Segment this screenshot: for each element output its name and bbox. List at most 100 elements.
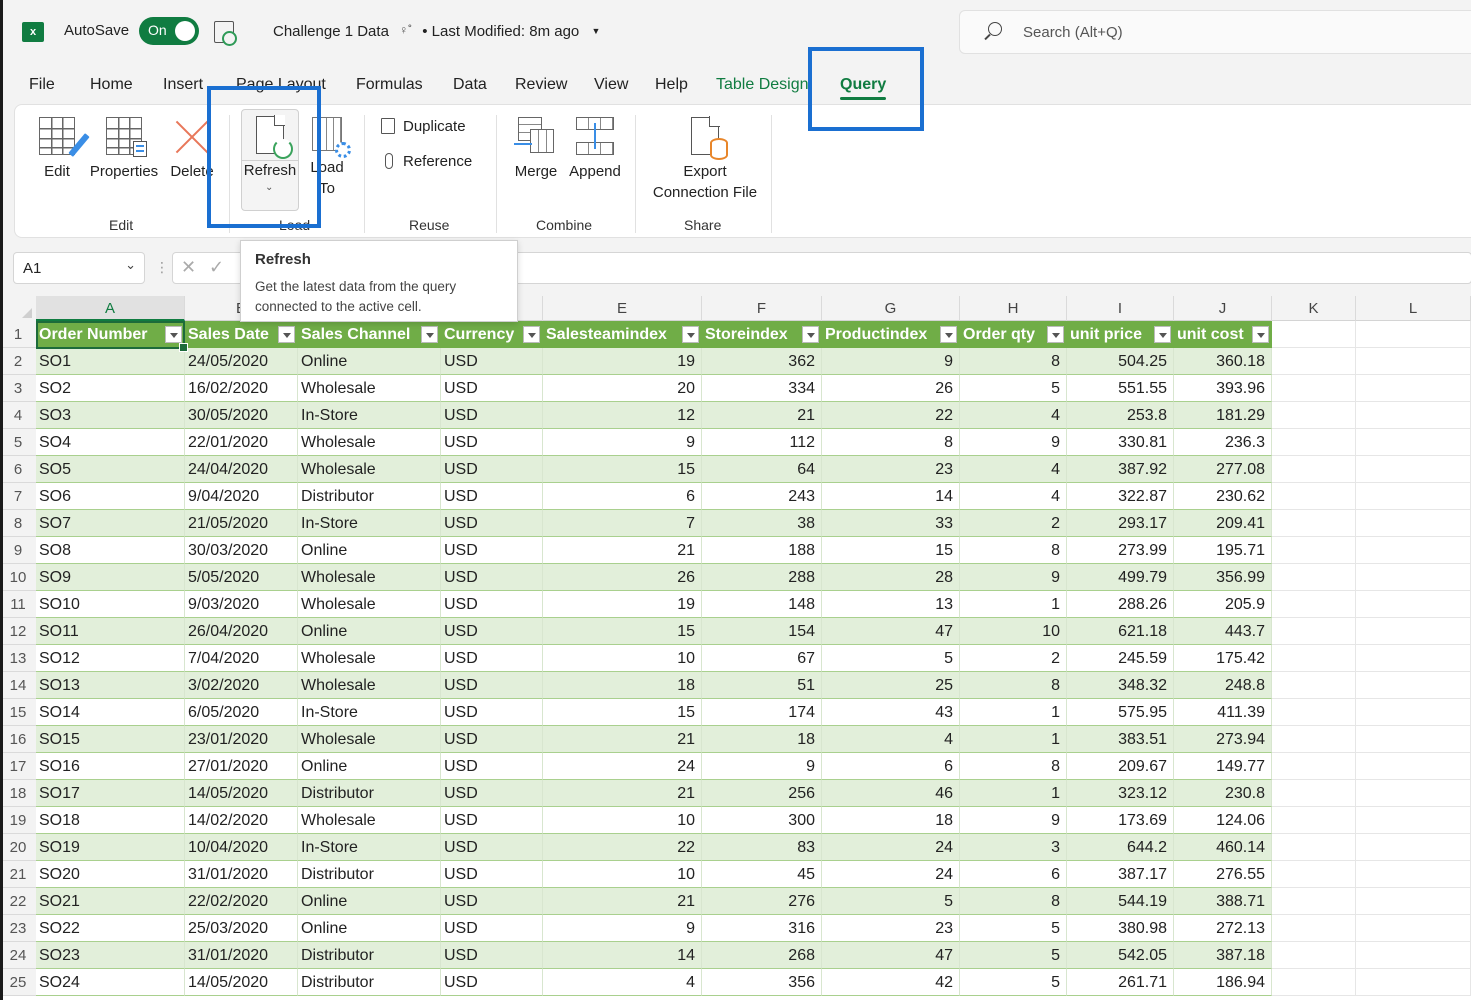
table-cell[interactable]: 112 [702, 429, 822, 456]
table-cell[interactable]: USD [441, 537, 543, 564]
table-cell[interactable]: 356.99 [1174, 564, 1272, 591]
table-cell[interactable]: 8 [960, 348, 1067, 375]
table-cell[interactable]: 43 [822, 699, 960, 726]
table-cell[interactable]: 12 [543, 402, 702, 429]
filter-dropdown-icon[interactable] [1154, 326, 1171, 343]
table-cell[interactable]: SO21 [36, 888, 185, 915]
table-header-cell[interactable]: Salesteamindex [543, 321, 702, 348]
filter-dropdown-icon[interactable] [940, 326, 957, 343]
table-cell[interactable]: 42 [822, 969, 960, 996]
table-cell[interactable]: 154 [702, 618, 822, 645]
table-cell[interactable]: 443.7 [1174, 618, 1272, 645]
table-cell[interactable]: SO22 [36, 915, 185, 942]
table-cell[interactable]: SO11 [36, 618, 185, 645]
table-cell[interactable]: 14 [822, 483, 960, 510]
table-cell[interactable]: 387.92 [1067, 456, 1174, 483]
table-cell[interactable]: 542.05 [1067, 942, 1174, 969]
table-cell[interactable]: SO19 [36, 834, 185, 861]
table-cell[interactable]: 236.3 [1174, 429, 1272, 456]
table-cell[interactable]: 15 [543, 699, 702, 726]
table-cell[interactable]: USD [441, 375, 543, 402]
table-cell[interactable]: 499.79 [1067, 564, 1174, 591]
table-cell[interactable]: SO3 [36, 402, 185, 429]
empty-cell[interactable] [1356, 321, 1471, 348]
table-cell[interactable]: 7 [543, 510, 702, 537]
tab-page-layout[interactable]: Page Layout [236, 76, 326, 94]
tab-query[interactable]: Query [840, 76, 887, 100]
load-to-button[interactable]: Load To [307, 117, 351, 199]
table-cell[interactable]: 387.18 [1174, 942, 1272, 969]
table-cell[interactable]: 10 [543, 861, 702, 888]
empty-cell[interactable] [1272, 888, 1356, 915]
table-cell[interactable]: SO23 [36, 942, 185, 969]
table-cell[interactable]: 9 [702, 753, 822, 780]
row-header-6[interactable]: 6 [0, 456, 36, 483]
table-cell[interactable]: 25 [822, 672, 960, 699]
table-cell[interactable]: 9 [960, 564, 1067, 591]
table-cell[interactable]: 380.98 [1067, 915, 1174, 942]
empty-cell[interactable] [1356, 402, 1471, 429]
column-header-i[interactable]: I [1067, 296, 1174, 321]
table-cell[interactable]: SO24 [36, 969, 185, 996]
empty-cell[interactable] [1272, 456, 1356, 483]
table-cell[interactable]: 4 [960, 402, 1067, 429]
table-cell[interactable]: 575.95 [1067, 699, 1174, 726]
table-cell[interactable]: 288 [702, 564, 822, 591]
table-cell[interactable]: 8 [960, 888, 1067, 915]
table-cell[interactable]: 23/01/2020 [185, 726, 298, 753]
table-cell[interactable]: 8 [960, 672, 1067, 699]
empty-cell[interactable] [1356, 726, 1471, 753]
autosave-toggle[interactable]: On [139, 17, 199, 45]
table-cell[interactable]: Wholesale [298, 726, 441, 753]
table-cell[interactable]: SO4 [36, 429, 185, 456]
row-header-13[interactable]: 13 [0, 645, 36, 672]
tab-formulas[interactable]: Formulas [356, 76, 423, 94]
table-cell[interactable]: 356 [702, 969, 822, 996]
table-header-cell[interactable]: Productindex [822, 321, 960, 348]
row-header-2[interactable]: 2 [0, 348, 36, 375]
empty-cell[interactable] [1356, 375, 1471, 402]
table-cell[interactable]: 5/05/2020 [185, 564, 298, 591]
table-cell[interactable]: 1 [960, 726, 1067, 753]
table-cell[interactable]: Distributor [298, 483, 441, 510]
table-cell[interactable]: USD [441, 645, 543, 672]
row-header-4[interactable]: 4 [0, 402, 36, 429]
tab-help[interactable]: Help [655, 76, 688, 94]
table-cell[interactable]: SO13 [36, 672, 185, 699]
table-cell[interactable]: Online [298, 537, 441, 564]
empty-cell[interactable] [1356, 834, 1471, 861]
table-cell[interactable]: 4 [543, 969, 702, 996]
table-cell[interactable]: 9 [960, 807, 1067, 834]
table-cell[interactable]: 3/02/2020 [185, 672, 298, 699]
table-cell[interactable]: 30/05/2020 [185, 402, 298, 429]
table-cell[interactable]: 21/05/2020 [185, 510, 298, 537]
refresh-dropdown-icon[interactable]: ⌄ [265, 182, 273, 193]
table-cell[interactable]: 256 [702, 780, 822, 807]
empty-cell[interactable] [1272, 672, 1356, 699]
column-header-l[interactable]: L [1356, 296, 1471, 321]
table-cell[interactable]: 1 [960, 699, 1067, 726]
table-cell[interactable]: 24/05/2020 [185, 348, 298, 375]
table-cell[interactable]: 253.8 [1067, 402, 1174, 429]
table-cell[interactable]: 9 [960, 429, 1067, 456]
table-cell[interactable]: Wholesale [298, 807, 441, 834]
table-cell[interactable]: 26 [822, 375, 960, 402]
filter-dropdown-icon[interactable] [1252, 326, 1269, 343]
table-cell[interactable]: USD [441, 888, 543, 915]
search-input[interactable]: Search (Alt+Q) [959, 10, 1471, 54]
table-cell[interactable]: Online [298, 888, 441, 915]
table-cell[interactable]: 300 [702, 807, 822, 834]
row-header-1[interactable]: 1 [0, 321, 36, 348]
table-cell[interactable]: 245.59 [1067, 645, 1174, 672]
table-cell[interactable]: SO1 [36, 348, 185, 375]
table-header-cell[interactable]: Order qty [960, 321, 1067, 348]
table-cell[interactable]: 24 [822, 861, 960, 888]
table-cell[interactable]: 7/04/2020 [185, 645, 298, 672]
table-cell[interactable]: 8 [822, 429, 960, 456]
table-cell[interactable]: 411.39 [1174, 699, 1272, 726]
table-cell[interactable]: 288.26 [1067, 591, 1174, 618]
table-header-cell[interactable]: Sales Channel [298, 321, 441, 348]
empty-cell[interactable] [1356, 645, 1471, 672]
table-cell[interactable]: 188 [702, 537, 822, 564]
table-cell[interactable]: 276.55 [1174, 861, 1272, 888]
